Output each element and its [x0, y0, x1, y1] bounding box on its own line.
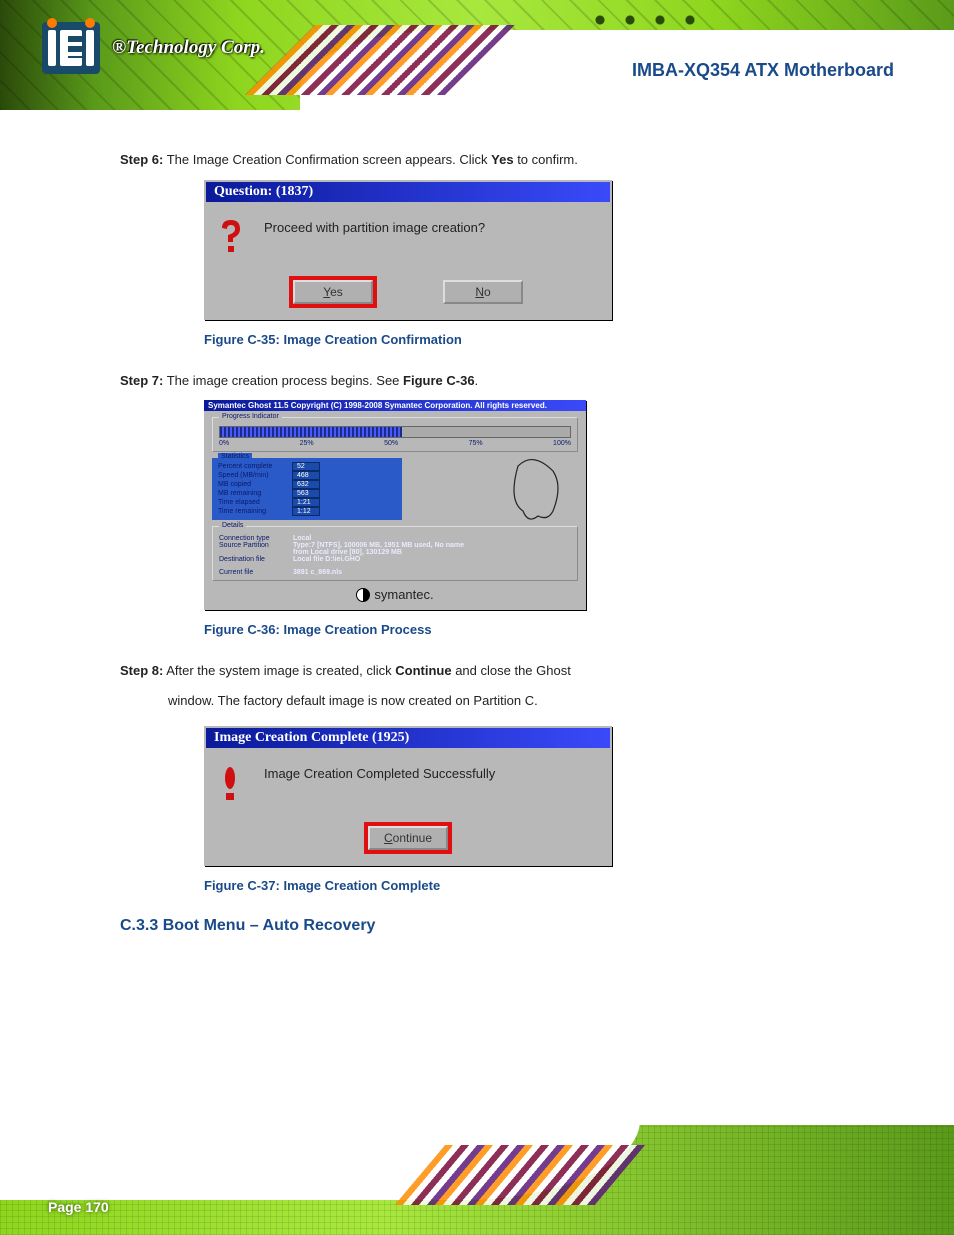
step-6-text: Step 6: The Image Creation Confirmation … [120, 150, 874, 170]
figure-c35-caption: Figure C-35: Image Creation Confirmation [204, 332, 874, 347]
page-number: Page 170 [48, 1199, 109, 1215]
ghost-progress-window: Symantec Ghost 11.5 Copyright (C) 1998-2… [204, 400, 586, 610]
yes-button[interactable]: Yes [293, 280, 373, 304]
symantec-brand: symantec. [212, 587, 578, 602]
progress-indicator-group: Progress Indicator 0% 25% 50% 75% 100% [212, 417, 578, 452]
document-title: IMBA-XQ354 ATX Motherboard [632, 60, 894, 81]
detail-connection-type: Connection typeLocal [219, 535, 571, 542]
section-heading-c33: C.3.3 Boot Menu – Auto Recovery [120, 917, 874, 935]
header-banner: ®Technology Corp. [0, 0, 954, 110]
dialog-message: Proceed with partition image creation? [264, 220, 485, 256]
tick-25: 25% [300, 440, 314, 447]
logo-letter-i [48, 30, 56, 66]
progress-indicator-label: Progress Indicator [219, 413, 282, 420]
tick-50: 50% [384, 440, 398, 447]
page-content: Step 6: The Image Creation Confirmation … [120, 150, 874, 935]
ghost-window-title: Symantec Ghost 11.5 Copyright (C) 1998-2… [204, 400, 586, 411]
details-label: Details [219, 522, 246, 529]
logo: ®Technology Corp. [42, 22, 265, 74]
no-button[interactable]: No [443, 280, 523, 304]
step-8-text-line1: Step 8: After the system image is create… [120, 661, 874, 681]
stat-time-remaining: Time remaining1:12 [218, 507, 396, 516]
question-mark-icon [218, 220, 244, 256]
stat-speed: Speed (MB/min)468 [218, 471, 396, 480]
footer-banner: Page 170 [0, 1125, 954, 1235]
detail-destination-file: Destination fileLocal file D:\iei.GHO [219, 556, 571, 563]
symantec-brand-text: symantec. [374, 587, 433, 602]
detail-source-partition-2: from Local drive [80], 130129 MB [219, 549, 571, 556]
figure-c37-caption: Figure C-37: Image Creation Complete [204, 878, 874, 893]
ghost-mascot-icon [498, 456, 568, 526]
dialog-message: Image Creation Completed Successfully [264, 766, 495, 802]
ghost-window-body: Progress Indicator 0% 25% 50% 75% 100% S… [204, 411, 586, 610]
logo-letter-e [60, 30, 82, 66]
stat-percent-complete: Percent complete52 [218, 462, 396, 471]
progress-ticks: 0% 25% 50% 75% 100% [219, 440, 571, 447]
stat-time-elapsed: Time elapsed1:21 [218, 498, 396, 507]
progress-bar-fill [220, 427, 402, 437]
logo-badge [42, 22, 100, 74]
dialog-body: Proceed with partition image creation? [206, 202, 610, 274]
dialog-title: Image Creation Complete (1925) [206, 728, 610, 748]
continue-button[interactable]: Continue [368, 826, 448, 850]
step-7-text: Step 7: The image creation process begin… [120, 371, 874, 391]
figure-c36-caption: Figure C-36: Image Creation Process [204, 622, 874, 637]
statistics-group: Statistics Percent complete52 Speed (MB/… [212, 458, 402, 520]
details-group: Details Connection typeLocal Source Part… [212, 526, 578, 581]
stat-mb-remaining: MB remaining563 [218, 489, 396, 498]
dialog-body: Image Creation Completed Successfully [206, 748, 610, 820]
stat-mb-copied: MB copied632 [218, 480, 396, 489]
dialog-button-row: Yes No [206, 274, 610, 318]
progress-bar [219, 426, 571, 438]
symantec-yin-yang-icon [356, 588, 370, 602]
statistics-label: Statistics [218, 453, 252, 460]
detail-current-file: Current file3891 c_869.nls [219, 569, 571, 576]
step-8-text-line2: window. The factory default image is now… [168, 691, 874, 711]
tick-100: 100% [553, 440, 571, 447]
dialog-button-row: Continue [206, 820, 610, 864]
detail-source-partition: Source PartitionType:7 [NTFS], 100006 MB… [219, 542, 571, 549]
dialog-image-creation-confirmation: Question: (1837) Proceed with partition … [204, 180, 612, 320]
exclamation-icon [218, 766, 244, 802]
dialog-title: Question: (1837) [206, 182, 610, 202]
tick-75: 75% [469, 440, 483, 447]
logo-text: ®Technology Corp. [112, 37, 265, 59]
dialog-image-creation-complete: Image Creation Complete (1925) Image Cre… [204, 726, 612, 866]
tick-0: 0% [219, 440, 229, 447]
logo-letter-i [86, 30, 94, 66]
